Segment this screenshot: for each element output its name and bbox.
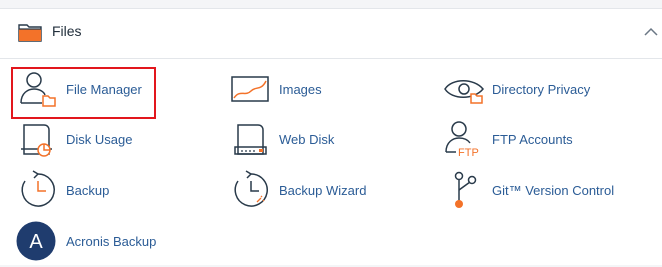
backup-link[interactable]: Backup [18,170,158,216]
file-manager-link[interactable]: File Manager [18,69,158,115]
ftp-icon-text: FTP [458,147,479,159]
images-link[interactable]: Images [231,69,381,115]
web-disk-icon [234,124,267,155]
item-label: Acronis Backup [66,234,157,249]
backup-wizard-link[interactable]: Backup Wizard [231,170,381,216]
ftp-accounts-link[interactable]: FTP FTP Accounts [444,119,644,165]
backup-wizard-icon [234,170,268,207]
chevron-up-icon[interactable] [644,27,658,37]
acronis-logo-letter: A [29,231,43,253]
item-label: Backup Wizard [279,183,367,198]
item-label: Images [279,82,322,97]
git-icon [454,171,477,208]
images-icon [231,76,269,102]
file-manager-icon [20,72,56,107]
disk-usage-link[interactable]: Disk Usage [18,119,158,165]
item-label: File Manager [66,82,142,97]
acronis-backup-link[interactable]: A Acronis Backup [16,221,166,267]
item-label: Directory Privacy [492,82,591,97]
item-label: FTP Accounts [492,132,573,147]
files-section-header[interactable]: Files [0,9,662,59]
folder-icon [18,24,42,42]
git-version-control-link[interactable]: Git™ Version Control [444,170,654,216]
ftp-accounts-icon: FTP [445,121,479,159]
section-title: Files [52,23,82,39]
disk-usage-icon [21,124,52,157]
directory-privacy-link[interactable]: Directory Privacy [444,69,644,115]
files-panel: Files File Manager Images Directory Priv… [0,8,662,265]
web-disk-link[interactable]: Web Disk [231,119,381,165]
directory-privacy-icon [444,80,484,104]
item-label: Backup [66,183,110,198]
item-label: Disk Usage [66,132,133,147]
item-label: Web Disk [279,132,335,147]
acronis-icon: A [16,221,56,261]
item-label: Git™ Version Control [492,183,615,198]
backup-icon [21,170,55,207]
